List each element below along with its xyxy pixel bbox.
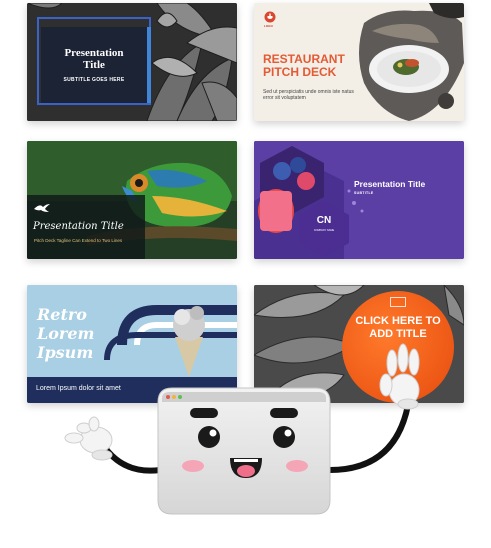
slide-title: Presentation Title: [354, 179, 426, 189]
window-dot-red: [166, 395, 170, 399]
template-thumb-presentation-dark[interactable]: Presentation Title SUBTITLE GOES HERE: [27, 3, 237, 121]
slide-title: RESTAURANT PITCH DECK: [263, 52, 345, 79]
placeholder-frame: [390, 297, 406, 307]
slide-subtitle: SUBTITLE: [354, 191, 374, 195]
company-badge-label: COMPANY NAME: [313, 229, 335, 232]
window-title-bar: [162, 392, 326, 402]
template-thumb-purple-hexagon[interactable]: Presentation Title SUBTITLE CN COMPANY N…: [254, 141, 464, 259]
right-eyebrow: [270, 408, 298, 418]
left-eyebrow: [190, 408, 218, 418]
window-dot-yellow: [172, 395, 176, 399]
slide-subtitle: Pitch Deck Tagline Can Extend to Two Lin…: [34, 238, 123, 243]
slide-subtitle: SUBTITLE GOES HERE: [63, 77, 125, 83]
logo-icon: [264, 11, 276, 23]
template-thumb-chameleon[interactable]: Presentation Title Pitch Deck Tagline Ca…: [27, 141, 237, 259]
right-arm: [327, 402, 411, 473]
mascot-body: [157, 387, 331, 515]
template-thumb-restaurant[interactable]: LOGO RESTAURANT PITCH DECK Sed ut perspi…: [254, 3, 464, 121]
right-eye: [273, 426, 295, 448]
company-badge: CN: [316, 215, 332, 226]
food-plate-image: [359, 3, 464, 121]
slide-title[interactable]: CLICK HERE TO ADD TITLE: [354, 315, 442, 340]
slide-description: Lorem Ipsum dolor sit amet: [36, 385, 121, 392]
template-thumb-retro[interactable]: Retro Lorem Ipsum Lorem Ipsum dolor sit …: [27, 285, 237, 403]
slide-title: Presentation Title: [64, 47, 124, 71]
title-panel: Presentation Title SUBTITLE GOES HERE: [41, 27, 151, 103]
left-hand: [64, 416, 113, 461]
slide-title: Presentation Title: [33, 221, 124, 232]
slide-description: Sed ut perspiciatis unde omnis iste natu…: [263, 89, 354, 101]
template-thumb-orange-circle[interactable]: CLICK HERE TO ADD TITLE: [254, 285, 464, 403]
hexagon-fruit-art: [254, 141, 464, 259]
logo-label: LOGO: [264, 24, 273, 28]
bird-icon: [34, 204, 50, 212]
left-cheek: [182, 460, 204, 472]
slide-title: Retro Lorem Ipsum: [37, 305, 95, 362]
left-eye: [198, 426, 220, 448]
window-dot-green: [178, 395, 182, 399]
right-cheek: [286, 460, 308, 472]
